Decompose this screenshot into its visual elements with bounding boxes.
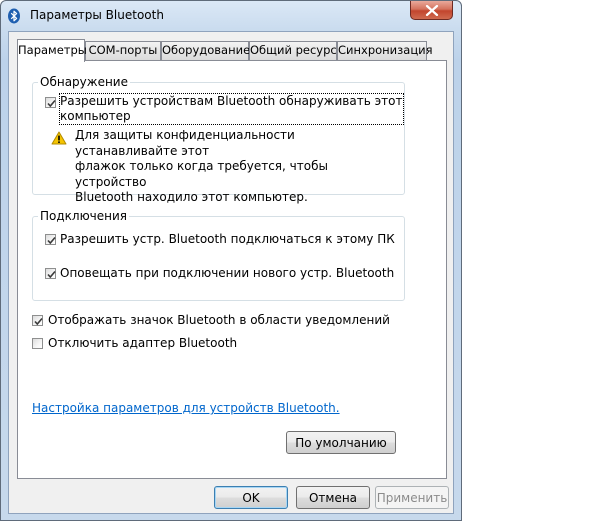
title-bar[interactable]: Параметры Bluetooth [1, 1, 461, 31]
allow-discovery-label[interactable]: Разрешить устройствам Bluetooth обнаружи… [59, 93, 404, 125]
allow-connect-label[interactable]: Разрешить устр. Bluetooth подключаться к… [60, 232, 395, 247]
disable-adapter-checkbox[interactable] [32, 338, 43, 349]
discovery-group: Обнаружение Разрешить устройствам Blueto… [32, 75, 405, 204]
tab-sharing[interactable]: Общий ресурс [249, 41, 337, 60]
cancel-button[interactable]: Отмена [296, 486, 370, 509]
disable-adapter-label[interactable]: Отключить адаптер Bluetooth [48, 336, 237, 351]
connections-group: Подключения Разрешить устр. Bluetooth по… [32, 209, 405, 301]
warning-line-1: Для защиты конфиденциальности устанавлив… [75, 128, 295, 158]
allow-discovery-label-line1: Разрешить устройствам Bluetooth обнаружи… [60, 94, 403, 108]
tab-label: Оборудование [162, 43, 251, 57]
defaults-button[interactable]: По умолчанию [286, 431, 396, 454]
tab-label: Параметры [18, 43, 87, 57]
allow-discovery-label-line2: компьютер [60, 109, 131, 123]
connections-legend: Подключения [38, 209, 130, 223]
tab-label: COM-порты [88, 43, 158, 57]
show-tray-icon-label[interactable]: Отображать значок Bluetooth в области ув… [48, 313, 390, 328]
allow-connect-checkbox[interactable] [45, 234, 56, 245]
tab-com-ports[interactable]: COM-порты [85, 41, 161, 60]
tab-sync[interactable]: Синхронизация [337, 41, 433, 60]
close-button[interactable] [410, 1, 453, 20]
window-title: Параметры Bluetooth [30, 8, 164, 22]
show-tray-icon-checkbox[interactable] [32, 315, 43, 326]
warning-line-2: флажок только когда требуется, чтобы уст… [75, 159, 328, 189]
ok-button[interactable]: OK [214, 486, 288, 509]
notify-new-device-checkbox[interactable] [45, 268, 56, 279]
bluetooth-settings-window: Параметры Bluetooth Параметры COM-порты … [0, 0, 462, 521]
tab-hardware[interactable]: Оборудование [161, 41, 251, 60]
discovery-legend: Обнаружение [38, 75, 130, 89]
tab-label: Синхронизация [338, 43, 433, 57]
notify-new-device-label[interactable]: Оповещать при подключении нового устр. B… [60, 266, 394, 281]
tab-parameters[interactable]: Параметры [17, 39, 87, 62]
apply-button[interactable]: Применить [375, 486, 449, 509]
tab-panel-parameters: Обнаружение Разрешить устройствам Blueto… [17, 60, 447, 479]
allow-discovery-checkbox[interactable] [45, 97, 56, 108]
privacy-warning-text: Для защиты конфиденциальности устанавлив… [75, 128, 395, 206]
warning-icon [51, 131, 67, 145]
warning-line-3: Bluetooth находило этот компьютер. [75, 190, 308, 204]
dialog-client-area: Параметры COM-порты Оборудование Общий р… [8, 31, 454, 514]
tab-label: Общий ресурс [250, 43, 337, 57]
bluetooth-devices-settings-link[interactable]: Настройка параметров для устройств Bluet… [32, 401, 340, 415]
bluetooth-icon [7, 8, 21, 24]
